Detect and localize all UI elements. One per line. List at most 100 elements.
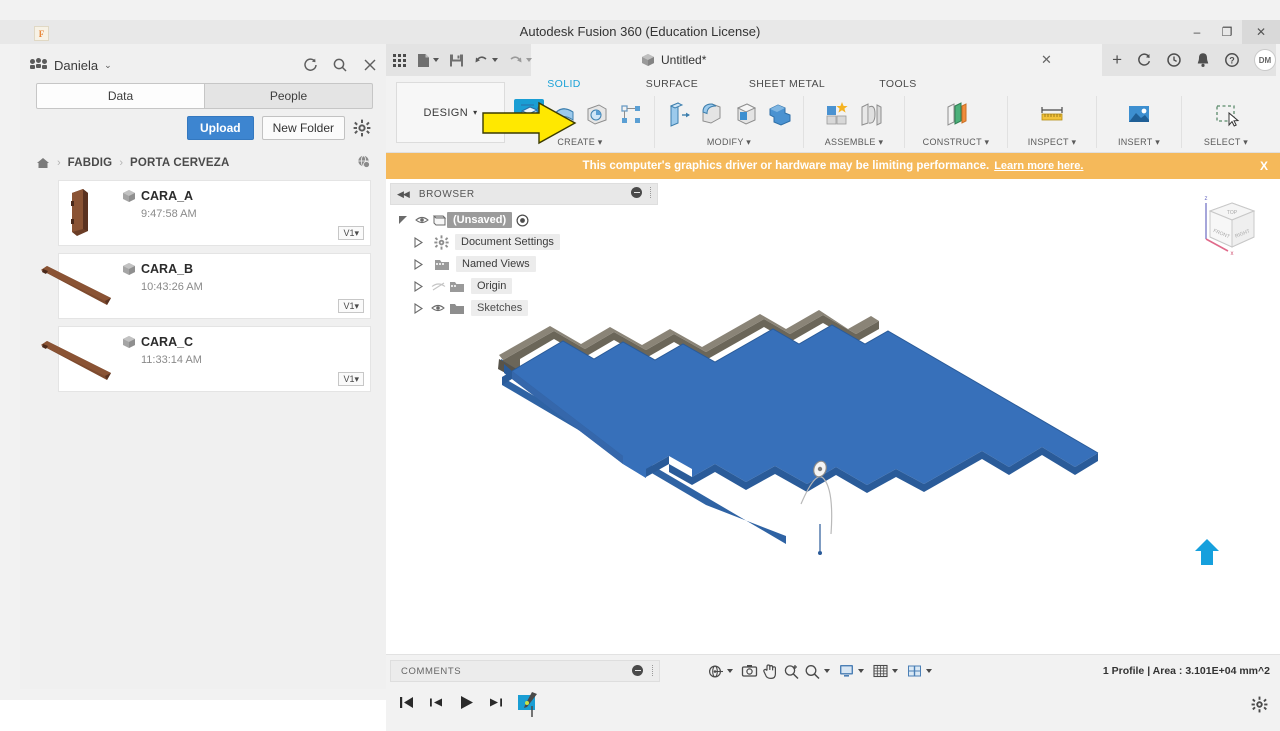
- new-component-icon[interactable]: [822, 99, 852, 129]
- timeline-feature-sketch[interactable]: [516, 690, 542, 717]
- list-item[interactable]: CARA_C 11:33:14 AM V1▾: [41, 326, 371, 392]
- viewports-icon[interactable]: [905, 662, 923, 680]
- pattern-tool-icon[interactable]: [616, 99, 646, 129]
- close-button[interactable]: ✕: [1242, 20, 1280, 44]
- display-settings-icon[interactable]: [837, 662, 855, 680]
- fillet-tool-icon[interactable]: [697, 99, 727, 129]
- press-pull-tool-icon[interactable]: [663, 99, 693, 129]
- tab-surface[interactable]: SURFACE: [617, 78, 727, 90]
- upload-button[interactable]: Upload: [186, 116, 254, 140]
- step-forward-icon[interactable]: [488, 695, 504, 710]
- save-icon[interactable]: [449, 53, 464, 68]
- jump-start-icon[interactable]: [398, 695, 415, 710]
- assemble-panel-label[interactable]: ASSEMBLE ▾: [825, 137, 884, 148]
- breadcrumb-item-porta-cerveza[interactable]: PORTA CERVEZA: [130, 157, 230, 169]
- maximize-button[interactable]: ❐: [1212, 20, 1242, 44]
- joint-tool-icon[interactable]: [856, 99, 886, 129]
- comments-resize-handle[interactable]: [652, 665, 654, 676]
- chevron-down-icon[interactable]: [433, 58, 439, 62]
- expand-triangle-icon[interactable]: [398, 215, 414, 226]
- tab-sheet-metal[interactable]: SHEET METAL: [727, 78, 847, 90]
- expand-triangle-icon[interactable]: [414, 258, 426, 270]
- home-icon[interactable]: [36, 157, 50, 169]
- chevron-down-icon[interactable]: [824, 669, 830, 673]
- modify-panel-label[interactable]: MODIFY ▾: [707, 137, 751, 148]
- visibility-hidden-eye-icon[interactable]: [430, 281, 446, 292]
- step-back-icon[interactable]: [428, 695, 444, 710]
- refresh-icon[interactable]: [302, 57, 318, 73]
- combine-tool-icon[interactable]: [765, 99, 795, 129]
- document-tab[interactable]: Untitled*: [641, 44, 706, 76]
- collapse-icon[interactable]: ◀◀: [397, 189, 410, 200]
- chevron-down-icon[interactable]: [492, 58, 498, 62]
- search-icon[interactable]: [332, 57, 348, 73]
- comments-panel[interactable]: COMMENTS: [390, 660, 660, 682]
- look-at-icon[interactable]: [740, 662, 758, 680]
- close-icon[interactable]: [362, 57, 378, 73]
- chevron-down-icon[interactable]: [727, 669, 733, 673]
- visibility-eye-icon[interactable]: [430, 303, 446, 313]
- bell-icon[interactable]: [1196, 52, 1210, 68]
- measure-tool-icon[interactable]: [1037, 99, 1067, 129]
- select-panel-label[interactable]: SELECT ▾: [1204, 137, 1248, 148]
- view-cube[interactable]: TOP FRONT RIGHT z x: [1196, 189, 1268, 261]
- chevron-down-icon[interactable]: [926, 669, 932, 673]
- redo-button[interactable]: [508, 54, 532, 67]
- tree-node-document-settings[interactable]: Document Settings: [390, 231, 658, 253]
- undo-button[interactable]: [474, 54, 498, 67]
- viewport-canvas[interactable]: 9 ◀◀ BROWSER: [386, 179, 1280, 654]
- tab-people[interactable]: People: [205, 84, 372, 108]
- component-activate-radio[interactable]: [516, 213, 529, 227]
- shell-tool-icon[interactable]: [731, 99, 761, 129]
- construct-panel-label[interactable]: CONSTRUCT ▾: [923, 137, 990, 148]
- expand-triangle-icon[interactable]: [414, 280, 426, 292]
- tree-node-sketches[interactable]: Sketches: [390, 297, 658, 319]
- list-item[interactable]: CARA_A 9:47:58 AM V1▾: [58, 180, 371, 246]
- chevron-down-icon[interactable]: [526, 58, 532, 62]
- gear-icon[interactable]: [353, 119, 371, 137]
- insert-panel-label[interactable]: INSERT ▾: [1118, 137, 1160, 148]
- breadcrumb-item-fabdig[interactable]: FABDIG: [68, 157, 113, 169]
- document-tab-close[interactable]: ✕: [1041, 44, 1052, 76]
- banner-close-button[interactable]: X: [1260, 153, 1268, 179]
- zoom-icon[interactable]: [803, 662, 821, 680]
- extrude-arrow-gizmo[interactable]: [1192, 537, 1222, 571]
- chevron-down-icon[interactable]: [858, 669, 864, 673]
- refresh-circle-icon[interactable]: [1136, 52, 1152, 68]
- tree-node-named-views[interactable]: Named Views: [390, 253, 658, 275]
- new-tab-button[interactable]: +: [1112, 51, 1122, 68]
- tab-data[interactable]: Data: [37, 84, 205, 108]
- banner-learn-more-link[interactable]: Learn more here.: [994, 160, 1083, 172]
- expand-triangle-icon[interactable]: [414, 302, 426, 314]
- browser-minimize-icon[interactable]: [631, 187, 642, 198]
- visibility-eye-icon[interactable]: [414, 215, 430, 225]
- select-tool-icon[interactable]: [1211, 99, 1241, 129]
- version-badge[interactable]: V1▾: [338, 372, 364, 386]
- tab-tools[interactable]: TOOLS: [847, 78, 949, 90]
- gear-icon[interactable]: [1251, 696, 1268, 713]
- grid-settings-icon[interactable]: [871, 662, 889, 680]
- minimize-button[interactable]: –: [1182, 20, 1212, 44]
- version-badge[interactable]: V1▾: [338, 226, 364, 240]
- app-grid-icon[interactable]: [392, 53, 407, 68]
- avatar[interactable]: DM: [1254, 49, 1276, 71]
- new-folder-button[interactable]: New Folder: [261, 116, 345, 140]
- pan-icon[interactable]: [761, 662, 779, 680]
- browser-resize-handle[interactable]: [650, 187, 652, 198]
- tree-node-origin[interactable]: Origin: [390, 275, 658, 297]
- globe-icon[interactable]: [356, 154, 371, 169]
- tab-solid[interactable]: SOLID: [511, 78, 617, 90]
- help-icon[interactable]: ?: [1224, 52, 1240, 68]
- zoom-window-icon[interactable]: [782, 662, 800, 680]
- chevron-down-icon[interactable]: ⌄: [104, 60, 112, 71]
- comments-minimize-icon[interactable]: [632, 665, 643, 676]
- expand-triangle-icon[interactable]: [414, 236, 426, 248]
- tree-node-unsaved[interactable]: (Unsaved): [390, 209, 658, 231]
- insert-image-icon[interactable]: [1124, 99, 1154, 129]
- file-menu[interactable]: [417, 53, 439, 68]
- clock-icon[interactable]: [1166, 52, 1182, 68]
- user-name[interactable]: Daniela: [54, 58, 98, 73]
- inspect-panel-label[interactable]: INSPECT ▾: [1028, 137, 1077, 148]
- play-icon[interactable]: [457, 694, 475, 711]
- version-badge[interactable]: V1▾: [338, 299, 364, 313]
